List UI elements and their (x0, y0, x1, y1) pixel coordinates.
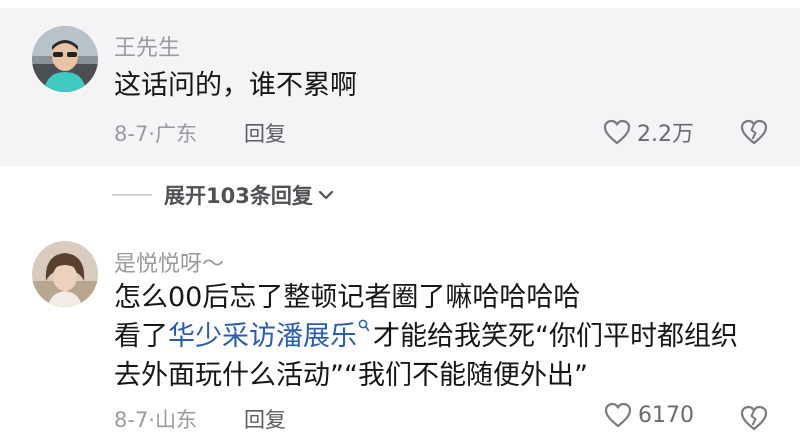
comment-text-line: 怎么00后忘了整顿记者圈了嘛哈哈哈哈 (114, 282, 581, 313)
avatar[interactable] (32, 26, 98, 92)
like-button[interactable]: 6170 (604, 402, 694, 428)
username[interactable]: 是悦悦呀～ (114, 246, 224, 278)
like-button[interactable]: 2.2万 (603, 116, 694, 148)
comment-text-line: 这话问的，谁不累啊 (114, 70, 357, 101)
avatar[interactable] (32, 241, 98, 307)
comment-meta: 8-7·广东 回复 (114, 118, 286, 148)
heart-outline-icon (604, 402, 632, 428)
expand-replies-button[interactable]: 展开103条回复 (112, 180, 335, 210)
like-count: 6170 (638, 402, 694, 428)
comment-text-line: 看了华少采访潘展乐 才能给我笑死“你们平时都组织 (114, 317, 738, 356)
broken-heart-icon (740, 405, 768, 431)
comment-item: 王先生 这话问的，谁不累啊 8-7·广东 回复 2.2万 (0, 8, 800, 166)
dislike-button[interactable] (740, 404, 768, 432)
heart-outline-icon (603, 119, 631, 145)
dislike-button[interactable] (740, 118, 768, 146)
mention-link[interactable]: 华少采访潘展乐 (168, 321, 357, 352)
chevron-down-icon (318, 190, 333, 200)
comment-item: 是悦悦呀～ 怎么00后忘了整顿记者圈了嘛哈哈哈哈 看了华少采访潘展乐 才能给我笑死… (0, 226, 800, 440)
expand-replies-label: 展开103条回复 (164, 184, 313, 208)
divider (112, 194, 152, 196)
date-location: 8-7·广东 (114, 122, 197, 146)
text-segment: 才能给我笑死“你们平时都组织 (373, 321, 738, 352)
date-location: 8-7·山东 (114, 408, 197, 432)
comment-text-line: 去外面玩什么活动”“我们不能随便外出” (114, 360, 588, 391)
search-icon (358, 319, 370, 332)
broken-heart-icon (740, 119, 768, 145)
comment-text: 怎么00后忘了整顿记者圈了嘛哈哈哈哈 看了华少采访潘展乐 才能给我笑死“你们平时都… (114, 278, 738, 395)
reply-button[interactable]: 回复 (244, 118, 286, 148)
comment-meta: 8-7·山东 回复 (114, 404, 286, 434)
username[interactable]: 王先生 (114, 30, 180, 62)
reply-button[interactable]: 回复 (244, 404, 286, 434)
like-count: 2.2万 (637, 122, 694, 147)
comment-text: 这话问的，谁不累啊 (114, 66, 357, 105)
text-segment: 看了 (114, 321, 168, 352)
